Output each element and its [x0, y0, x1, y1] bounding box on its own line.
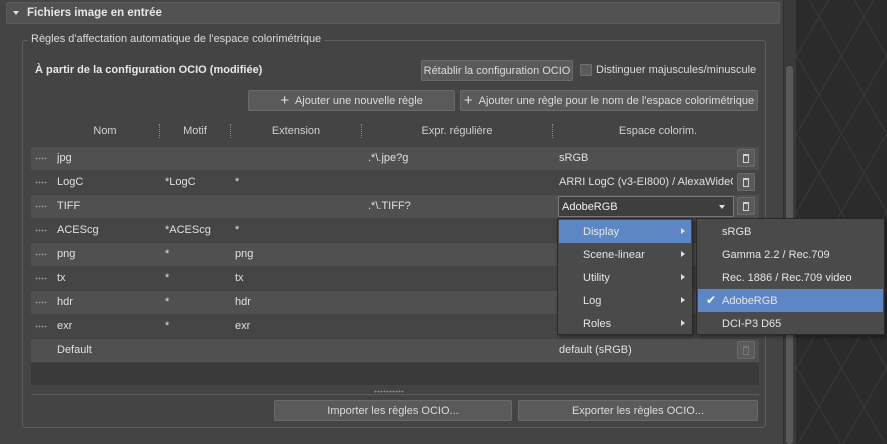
drag-handle-icon[interactable] [35, 301, 47, 304]
rule-regex[interactable]: .*\.TIFF? [368, 200, 411, 212]
import-rules-button[interactable]: Importer les règles OCIO... [274, 400, 512, 421]
rollout-header[interactable]: Fichiers image en entrée [6, 2, 780, 24]
column-separator[interactable] [159, 124, 161, 138]
trash-icon [743, 345, 749, 355]
column-separator[interactable] [230, 124, 232, 138]
rule-name[interactable]: png [57, 248, 75, 260]
group-label: Règles d'affectation automatique de l'es… [28, 33, 325, 45]
table-row[interactable]: TIFF .*\.TIFF? AdobeRGB [31, 195, 759, 218]
add-colorspace-rule-label: Ajouter une règle pour le nom de l'espac… [478, 94, 755, 107]
menu-item-gamma22[interactable]: Gamma 2.2 / Rec.709 [698, 243, 883, 266]
delete-rule-button[interactable] [737, 149, 755, 167]
divider [31, 394, 759, 395]
chevron-right-icon [681, 251, 685, 257]
column-separator[interactable] [361, 124, 363, 138]
colorspace-dropdown-value: AdobeRGB [562, 200, 618, 213]
rule-name[interactable]: tx [57, 272, 66, 284]
rule-name[interactable]: LogC [57, 176, 83, 188]
delete-rule-button[interactable] [737, 197, 755, 215]
add-rule-label: Ajouter une nouvelle règle [294, 94, 423, 107]
splitter-handle-icon[interactable] [374, 390, 404, 393]
rule-name: Default [57, 344, 92, 356]
rollout-title: Fichiers image en entrée [27, 7, 162, 19]
column-header-pattern[interactable]: Motif [164, 120, 226, 142]
rule-pattern[interactable]: * [165, 248, 169, 260]
rule-colorspace[interactable]: ARRI LogC (v3-EI800) / AlexaWideG [559, 176, 733, 188]
case-sensitive-checkbox[interactable] [580, 64, 592, 76]
rule-pattern[interactable]: *ACEScg [165, 224, 211, 236]
drag-handle-icon[interactable] [35, 253, 47, 256]
menu-item-log[interactable]: Log [559, 289, 691, 312]
trash-icon [743, 153, 749, 163]
rule-regex[interactable]: .*\.jpe?g [368, 152, 408, 164]
menu-item-dci-p3[interactable]: DCI-P3 D65 [698, 312, 883, 335]
menu-item-utility[interactable]: Utility [559, 266, 691, 289]
drag-handle-icon[interactable] [35, 205, 47, 208]
rule-extension[interactable]: exr [235, 320, 250, 332]
chevron-right-icon [681, 228, 685, 234]
rule-extension[interactable]: hdr [235, 296, 251, 308]
menu-item-adobergb[interactable]: ✔ AdobeRGB [698, 289, 883, 312]
chevron-right-icon [681, 320, 685, 326]
menu-item-roles[interactable]: Roles [559, 312, 691, 335]
checkmark-icon: ✔ [706, 293, 717, 307]
drag-handle-icon[interactable] [35, 229, 47, 232]
colorspace-dropdown[interactable]: AdobeRGB [558, 196, 734, 217]
config-title: À partir de la configuration OCIO (modif… [35, 64, 263, 76]
rule-pattern[interactable]: *LogC [165, 176, 196, 188]
display-submenu: sRGB Gamma 2.2 / Rec.709 Rec. 1886 / Rec… [696, 218, 885, 335]
rule-pattern[interactable]: * [165, 320, 169, 332]
rule-extension[interactable]: tx [235, 272, 244, 284]
rule-name[interactable]: exr [57, 320, 72, 332]
rule-extension[interactable]: png [235, 248, 253, 260]
rule-pattern[interactable]: * [165, 272, 169, 284]
column-separator[interactable] [552, 124, 554, 138]
chevron-down-icon [719, 205, 725, 209]
drag-handle-icon[interactable] [35, 157, 47, 160]
add-colorspace-rule-button[interactable]: + Ajouter une règle pour le nom de l'esp… [460, 90, 758, 111]
rule-extension[interactable]: * [235, 224, 239, 236]
drag-handle-icon[interactable] [35, 325, 47, 328]
table-row[interactable]: LogC *LogC * ARRI LogC (v3-EI800) / Alex… [31, 171, 759, 194]
case-sensitive-label: Distinguer majuscules/minuscule [596, 64, 757, 76]
table-row-default[interactable]: Default default (sRGB) [31, 339, 759, 362]
trash-icon [743, 201, 749, 211]
add-rule-button[interactable]: + Ajouter une nouvelle règle [248, 90, 455, 111]
rule-colorspace[interactable]: default (sRGB) [559, 344, 632, 356]
chevron-right-icon [681, 297, 685, 303]
rule-name[interactable]: jpg [57, 152, 72, 164]
table-empty-area [31, 363, 759, 385]
drag-handle-icon[interactable] [35, 277, 47, 280]
rule-extension[interactable]: * [235, 176, 239, 188]
rule-name[interactable]: TIFF [57, 200, 80, 212]
delete-rule-button [737, 341, 755, 359]
plus-icon: + [463, 92, 473, 109]
rule-name[interactable]: ACEScg [57, 224, 99, 236]
menu-item-display[interactable]: Display [559, 220, 691, 243]
column-header-colorspace[interactable]: Espace colorim. [558, 120, 758, 142]
colorspace-category-menu: Display Scene-linear Utility Log Roles [557, 218, 693, 335]
drag-handle-icon[interactable] [35, 181, 47, 184]
rule-colorspace[interactable]: sRGB [559, 152, 731, 164]
rule-name[interactable]: hdr [57, 296, 73, 308]
collapse-triangle-icon [13, 11, 19, 15]
delete-rule-button[interactable] [737, 173, 755, 191]
column-header-extension[interactable]: Extension [236, 120, 356, 142]
column-header-regex[interactable]: Expr. régulière [367, 120, 547, 142]
menu-item-scene-linear[interactable]: Scene-linear [559, 243, 691, 266]
menu-item-srgb[interactable]: sRGB [698, 220, 883, 243]
column-header-name[interactable]: Nom [60, 120, 150, 142]
menu-item-rec1886[interactable]: Rec. 1886 / Rec.709 video [698, 266, 883, 289]
rule-pattern[interactable]: * [165, 296, 169, 308]
chevron-right-icon [681, 274, 685, 280]
trash-icon [743, 177, 749, 187]
reset-ocio-button[interactable]: Rétablir la configuration OCIO [421, 60, 573, 81]
plus-icon: + [280, 92, 289, 109]
table-row[interactable]: jpg .*\.jpe?g sRGB [31, 147, 759, 170]
export-rules-button[interactable]: Exporter les règles OCIO... [518, 400, 758, 421]
